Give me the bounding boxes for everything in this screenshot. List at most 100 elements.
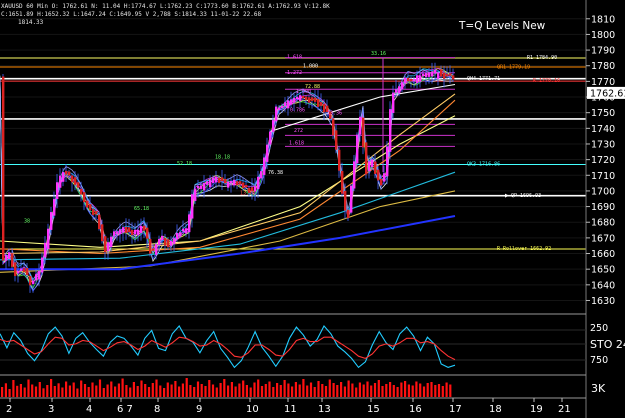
price-chart: XAUUSD 60 Min O: 1762.61 N: 11.04 H:1774… xyxy=(0,0,625,418)
candle-body xyxy=(176,233,179,240)
candle-body xyxy=(239,181,242,185)
volume-bar xyxy=(336,385,339,397)
candle-body xyxy=(371,159,374,168)
volume-bar xyxy=(370,385,373,397)
candle-body xyxy=(341,170,344,194)
volume-bar xyxy=(80,380,83,397)
volume-bar xyxy=(129,387,132,397)
volume-bar xyxy=(381,386,384,397)
date-tick: 11 xyxy=(284,404,297,415)
volume-bar xyxy=(411,385,414,397)
volume-bar xyxy=(242,380,245,397)
candle-body xyxy=(68,171,71,176)
volume-tick: 3K xyxy=(591,382,606,395)
candle-body xyxy=(335,130,338,150)
candle-body xyxy=(293,97,296,103)
volume-bar xyxy=(23,387,26,397)
volume-bar xyxy=(260,386,264,397)
volume-bar xyxy=(234,386,237,397)
candle-body xyxy=(86,200,89,208)
candle-body xyxy=(446,74,449,77)
volume-bar xyxy=(83,384,87,397)
candle-body xyxy=(116,231,119,235)
volume-bar xyxy=(42,388,45,398)
level-label: QK3 1716.86 xyxy=(467,162,500,168)
candle-body xyxy=(80,188,83,195)
candle-body xyxy=(404,77,407,84)
candle-body xyxy=(23,268,26,273)
volume-bar xyxy=(276,383,279,397)
volume-bar xyxy=(422,386,426,397)
volume-bar xyxy=(140,380,143,397)
price-tick: 1770 xyxy=(591,77,615,88)
volume-bar xyxy=(211,384,215,397)
volume-bar xyxy=(215,387,218,397)
level-label: 0.786 xyxy=(290,108,305,114)
price-tick: 1790 xyxy=(591,46,615,57)
candle-body xyxy=(218,177,221,183)
volume-bar xyxy=(46,385,49,397)
date-tick: 18 xyxy=(489,404,502,415)
price-tick: 1680 xyxy=(591,218,615,229)
volume-bar xyxy=(407,384,410,397)
volume-bar xyxy=(430,382,433,397)
volume-bar xyxy=(110,381,113,397)
candle-body xyxy=(377,169,380,181)
date-tick: 16 xyxy=(409,404,422,415)
level-label: 1.272 xyxy=(287,70,302,76)
volume-bar xyxy=(441,386,444,397)
level-label: 76.38 xyxy=(268,170,283,176)
candle-body xyxy=(200,185,203,189)
candle-body xyxy=(245,185,248,188)
candle-body xyxy=(41,257,44,273)
candle-body xyxy=(314,97,317,102)
volume-bar xyxy=(50,379,53,397)
candle-body xyxy=(164,238,167,246)
price-tick: 1800 xyxy=(591,30,615,41)
volume-bar xyxy=(404,381,407,397)
date-tick: 19 xyxy=(530,404,543,415)
volume-bar xyxy=(57,383,60,398)
candle-body xyxy=(95,211,98,215)
volume-bar xyxy=(362,384,365,397)
volume-bar xyxy=(155,379,158,397)
candle-body xyxy=(110,236,113,248)
level-label: R Rollover 1662.92 xyxy=(497,246,551,252)
candle-body xyxy=(83,192,86,203)
sto-tick-750: 750 xyxy=(590,355,608,366)
candle-body xyxy=(263,157,266,175)
date-tick: 10 xyxy=(246,404,259,415)
candle-body xyxy=(158,238,161,245)
candle-body xyxy=(149,238,152,254)
volume-bar xyxy=(415,381,418,397)
volume-bar xyxy=(419,383,422,397)
candle-body xyxy=(374,161,377,174)
volume-bar xyxy=(328,379,331,397)
candle-body xyxy=(203,182,206,191)
candle-body xyxy=(191,194,194,219)
candle-body xyxy=(416,75,419,83)
volume-bar xyxy=(114,386,117,397)
volume-bar xyxy=(355,387,358,397)
candle-body xyxy=(320,102,323,106)
candle-body xyxy=(11,253,14,267)
volume-bar xyxy=(53,386,56,397)
candle-body xyxy=(419,75,422,82)
volume-bar xyxy=(219,383,222,397)
level-label: R 1770.16 xyxy=(533,78,560,84)
volume-bar xyxy=(163,388,166,397)
candle-body xyxy=(257,176,260,190)
candle-body xyxy=(290,99,293,105)
candle-body xyxy=(242,182,245,189)
candle-body xyxy=(272,120,275,132)
candle-body xyxy=(299,95,302,101)
level-label: 13.36 xyxy=(327,111,342,117)
candle-body xyxy=(392,92,395,113)
volume-bar xyxy=(38,382,41,397)
candle-body xyxy=(194,188,197,201)
candle-body xyxy=(275,106,278,122)
candle-body xyxy=(179,232,182,237)
volume-bar xyxy=(385,384,388,397)
volume-bar xyxy=(200,384,203,397)
volume-bar xyxy=(181,383,184,397)
